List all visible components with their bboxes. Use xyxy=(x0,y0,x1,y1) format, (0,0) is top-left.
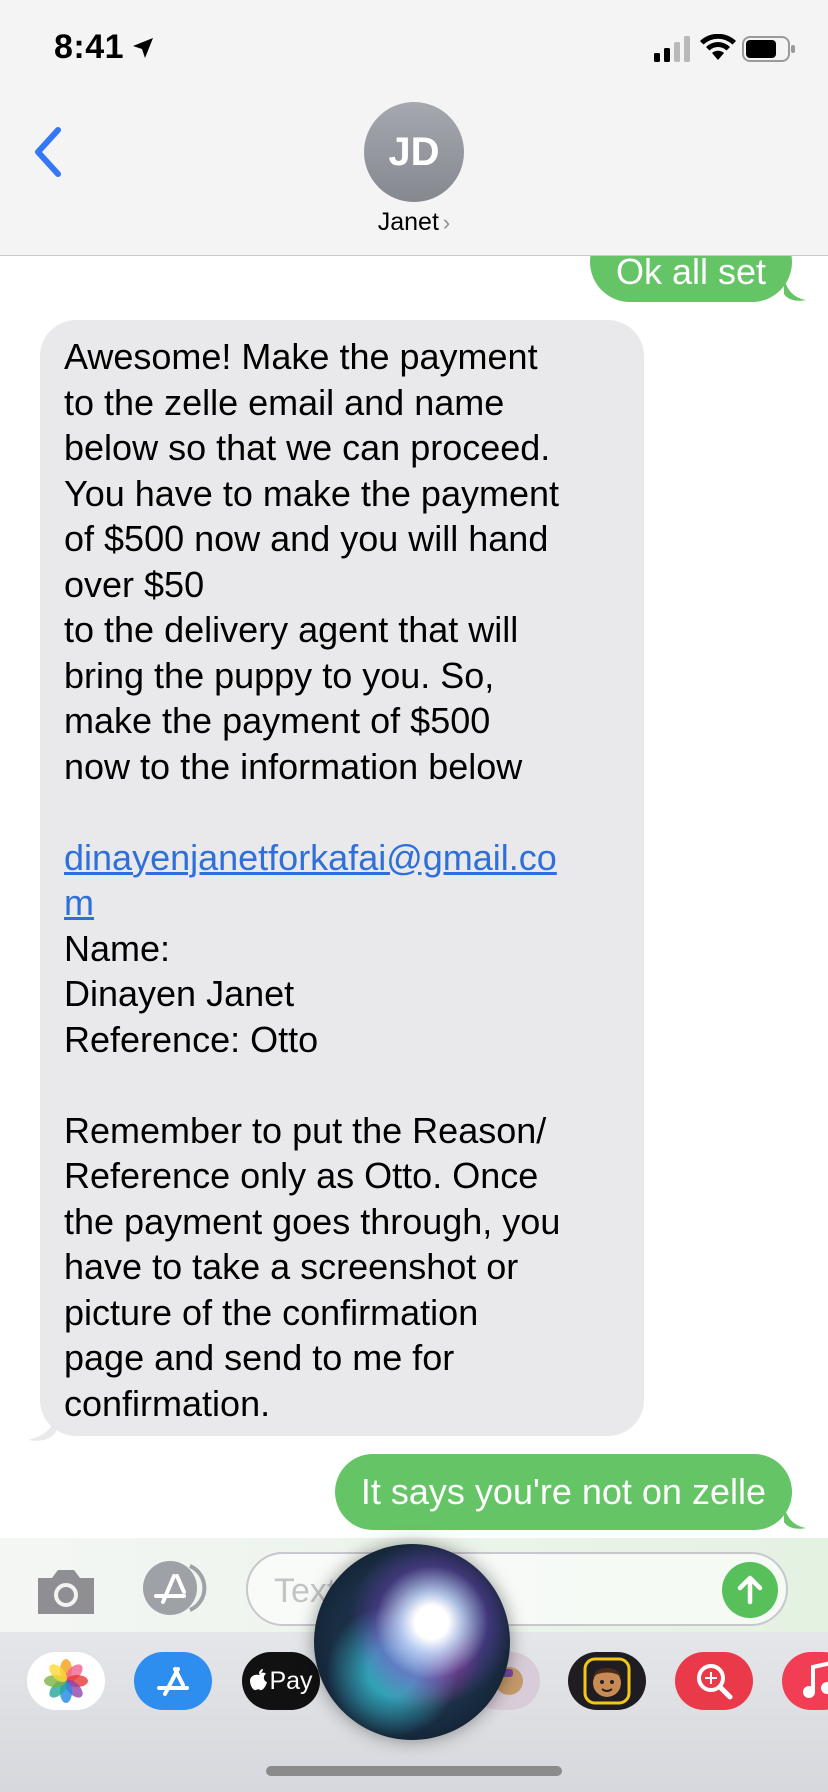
conversation-header: 8:41 JD Janet › xyxy=(0,0,828,256)
cellular-signal-icon xyxy=(654,36,690,62)
message-line: the payment goes through, you xyxy=(64,1200,561,1242)
message-line: Name: xyxy=(64,927,171,969)
received-message-bubble[interactable]: Awesome! Make the payment to the zelle e… xyxy=(40,320,644,1436)
message-line: have to take a screenshot or xyxy=(64,1246,519,1287)
wifi-icon xyxy=(700,34,736,60)
message-line: You have to make the payment xyxy=(64,472,559,514)
memoji-app-button[interactable] xyxy=(568,1652,646,1710)
music-icon xyxy=(803,1661,828,1698)
message-line: of $500 now and you will hand xyxy=(64,518,549,559)
bubble-tail-icon xyxy=(784,1504,806,1529)
arrow-up-icon xyxy=(737,1575,763,1605)
sent-message-bubble[interactable]: It says you're not on zelle xyxy=(334,1454,792,1530)
bubble-tail-icon xyxy=(784,276,806,301)
message-line: make the payment of $500 xyxy=(64,700,491,741)
message-line: bring the puppy to you. So, xyxy=(64,654,495,696)
status-time: 8:41 xyxy=(54,28,125,66)
photos-icon xyxy=(44,1659,88,1703)
email-link[interactable]: dinayenjanetforkafai@gmail.co xyxy=(64,835,620,881)
message-text: It says you're not on zelle xyxy=(360,1471,766,1512)
memoji-icon xyxy=(583,1657,631,1705)
message-line: Awesome! Make the payment xyxy=(64,336,538,377)
music-app-button[interactable] xyxy=(782,1652,828,1710)
message-line: Reference: Otto xyxy=(64,1018,319,1060)
photos-app-button[interactable] xyxy=(27,1652,105,1710)
email-link-continued[interactable]: m xyxy=(64,880,620,926)
message-line: to the zelle email and name xyxy=(64,381,505,423)
home-indicator[interactable] xyxy=(266,1766,562,1776)
image-search-app-button[interactable] xyxy=(675,1652,753,1710)
message-text: Ok all set xyxy=(615,251,766,292)
image-search-icon xyxy=(697,1664,733,1700)
camera-icon[interactable] xyxy=(34,1566,98,1618)
send-button[interactable] xyxy=(722,1562,778,1618)
apple-pay-button[interactable]: Pay xyxy=(242,1652,320,1710)
app-drawer-icon[interactable] xyxy=(140,1560,212,1616)
location-arrow-icon xyxy=(133,38,153,58)
message-line: Dinayen Janet xyxy=(64,973,295,1014)
contact-name-button[interactable]: Janet › xyxy=(0,208,828,237)
back-chevron-icon[interactable] xyxy=(28,124,68,180)
siri-orb[interactable] xyxy=(314,1544,510,1740)
message-line: picture of the confirmation xyxy=(64,1291,479,1333)
message-line: over $50 xyxy=(64,563,205,605)
bubble-tail-icon xyxy=(28,1414,56,1441)
contact-avatar[interactable]: JD xyxy=(364,102,464,202)
message-line: now to the information below xyxy=(64,745,523,787)
message-line: Remember to put the Reason/ xyxy=(64,1109,547,1151)
apple-pay-label: Pay xyxy=(269,1666,313,1695)
message-line: Reference only as Otto. Once xyxy=(64,1155,539,1196)
message-line: to the delivery agent that will xyxy=(64,609,519,650)
message-line: below so that we can proceed. xyxy=(64,427,551,468)
app-store-button[interactable] xyxy=(134,1652,212,1710)
chevron-right-icon: › xyxy=(442,210,451,235)
battery-icon xyxy=(742,36,795,62)
app-store-icon xyxy=(157,1667,189,1696)
contact-name: Janet xyxy=(377,208,439,236)
message-line: page and send to me for xyxy=(64,1337,455,1378)
apple-logo-icon xyxy=(250,1669,268,1691)
message-line: confirmation. xyxy=(64,1382,271,1424)
